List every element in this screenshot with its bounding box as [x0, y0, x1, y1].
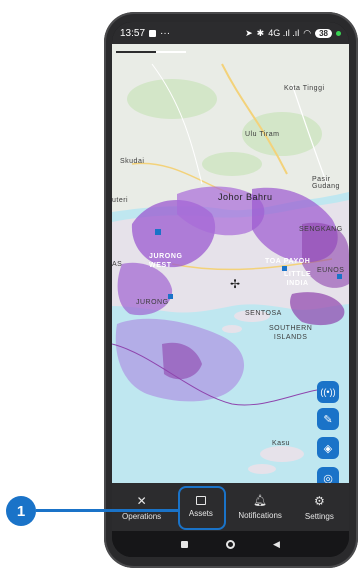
battery-indicator: 38 [315, 28, 332, 38]
map-label-johor-bahru: Johor Bahru [218, 192, 273, 202]
nav-label-notifications: Notifications [238, 511, 282, 520]
broadcast-icon: ((•)) [320, 387, 336, 397]
map-label-southern-islands: SOUTHERN ISLANDS [269, 325, 313, 341]
bluetooth-icon: ✱ [256, 27, 265, 38]
map-label-kasu: Kasu [272, 440, 290, 447]
map-label-toa-payoh: TOA PAYOH [265, 258, 311, 265]
drone-location-icon[interactable]: ✢ [226, 277, 244, 291]
map-view[interactable]: ✢ Kota Tinggi Ulu Tiram Skudai Pasir Gud… [112, 44, 349, 483]
wifi-icon: ◠ [303, 27, 312, 38]
map-label-jurong: JURONG [136, 299, 169, 306]
drone-icon: ✕ [136, 493, 147, 508]
system-navigation-bar: ◀ [112, 531, 349, 557]
map-label-little-india: LITTLE INDIA [284, 271, 312, 287]
phone-screen: 13:57 ··· ➤ ✱ 4G .ıl .ıl ◠ 38 ✢ Kota Tin… [112, 22, 349, 557]
map-label-jurong-west: JURONG WEST [149, 253, 183, 269]
callout-badge: 1 [6, 496, 36, 526]
bell-icon: 🔔︎ [253, 495, 268, 507]
recent-apps-icon[interactable] [181, 540, 188, 548]
nav-item-operations[interactable]: ✕ Operations [112, 483, 171, 531]
broadcast-button[interactable]: ((•)) [317, 381, 339, 403]
signal-icon: 4G .ıl .ıl [268, 28, 300, 38]
nav-label-settings: Settings [304, 511, 334, 521]
gear-icon: ⚙ [313, 493, 325, 508]
location-target-icon: ◎ [323, 472, 333, 484]
callout-line [36, 509, 179, 512]
status-bar: 13:57 ··· ➤ ✱ 4G .ıl .ıl ◠ 38 [112, 22, 349, 44]
map-label-pasir-gudang: Pasir Gudang [312, 176, 340, 190]
map-label-kota-tinggi: Kota Tinggi [284, 85, 325, 92]
nav-item-notifications[interactable]: 🔔︎ Notifications [231, 483, 290, 531]
map-label-uteri: uteri [112, 197, 129, 204]
ruler-pencil-icon: ✎ [323, 413, 333, 426]
camera-active-dot [336, 30, 341, 36]
nav-label-operations: Operations [122, 511, 162, 521]
status-more: ··· [160, 27, 171, 39]
layers-button[interactable]: ◈ [317, 437, 339, 459]
status-time: 13:57 [120, 27, 146, 39]
measure-button[interactable]: ✎ [317, 408, 339, 430]
map-label-skudai: Skudai [120, 158, 145, 165]
home-icon[interactable] [226, 539, 236, 549]
map-label-sentosa: SENTOSA [245, 310, 282, 317]
map-canvas [112, 44, 349, 474]
notification-square-icon [149, 29, 157, 37]
layers-icon: ◈ [323, 442, 333, 455]
map-label-ulu-tiram: Ulu Tiram [245, 131, 280, 138]
map-label-sengkang: SENGKANG [299, 226, 343, 233]
locate-button[interactable]: ◎ [317, 467, 339, 483]
nav-item-settings[interactable]: ⚙ Settings [290, 483, 349, 531]
back-icon[interactable]: ◀ [273, 539, 280, 550]
bottom-navigation: ✕ Operations Assets 🔔︎ Notifications ⚙ S… [112, 483, 349, 531]
location-arrow-icon: ➤ [245, 27, 253, 38]
assets-highlight-box [178, 486, 226, 530]
map-label-as: AS [112, 261, 123, 268]
map-label-eunos: EUNOS [317, 267, 345, 274]
